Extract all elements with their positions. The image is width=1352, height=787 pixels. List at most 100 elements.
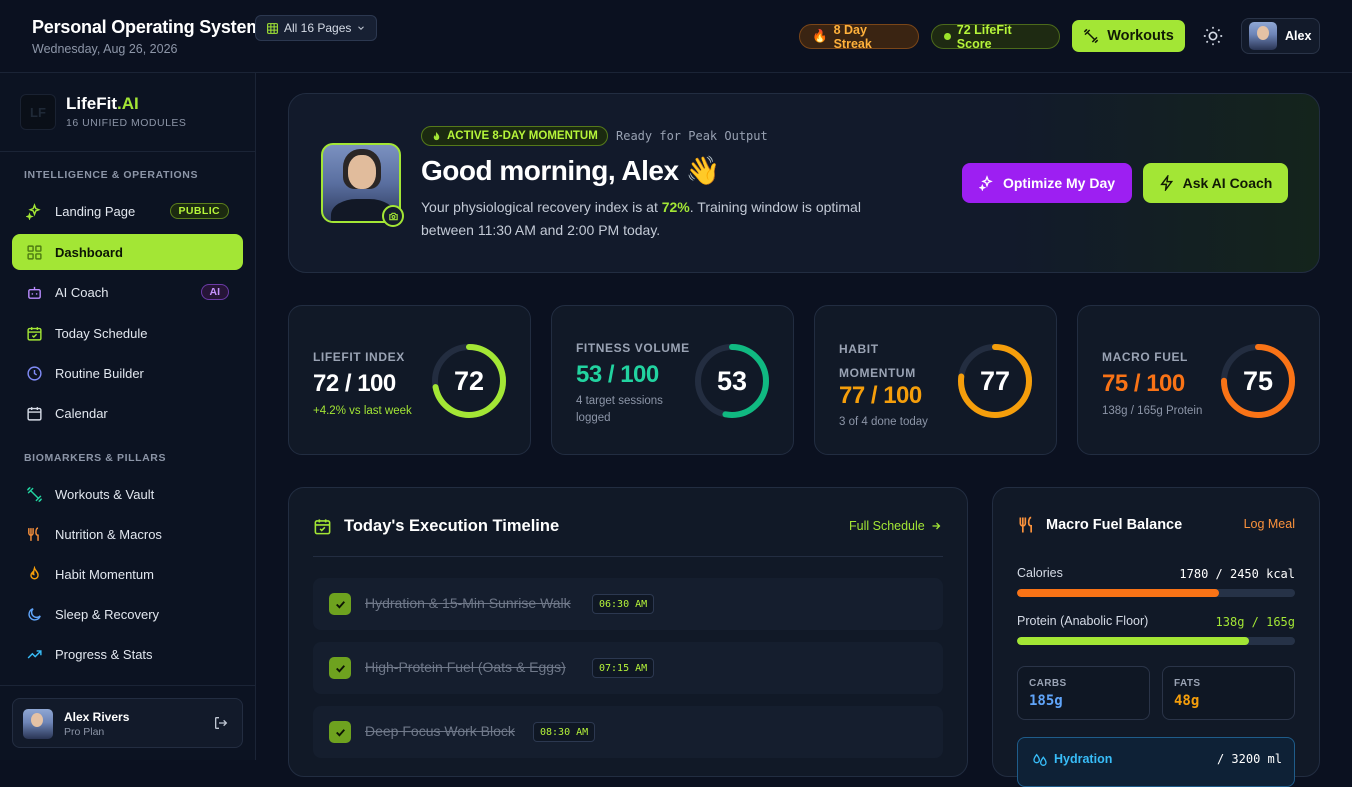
grid-icon xyxy=(267,22,278,34)
full-schedule-label: Full Schedule xyxy=(849,519,925,533)
sidebar-item-ai-coach[interactable]: AI Coach AI xyxy=(12,274,243,310)
section-label-intelligence: INTELLIGENCE & OPERATIONS xyxy=(24,169,199,181)
divider xyxy=(0,151,255,152)
sidebar-item-label: Sleep & Recovery xyxy=(55,606,160,622)
hydration-tile[interactable]: Hydration / 3200 ml xyxy=(1017,737,1295,787)
stat-card-fitness[interactable]: FITNESS VOLUME 53 / 100 4 target session… xyxy=(551,305,794,455)
stat-sub: 4 target sessions logged xyxy=(576,395,663,424)
profile-card[interactable]: Alex Rivers Pro Plan xyxy=(12,698,243,748)
score-badge[interactable]: 72 LifeFit Score xyxy=(931,23,1060,51)
trending-up-icon xyxy=(27,649,42,659)
task-text: High-Protein Fuel (Oats & Eggs) xyxy=(365,659,566,675)
sidebar-item-progress-stats[interactable]: Progress & Stats xyxy=(12,636,243,672)
sidebar-item-label: Workouts & Vault xyxy=(55,486,155,502)
brand-logo: LF xyxy=(20,94,56,130)
stat-card-lifefit[interactable]: LIFEFIT INDEX 72 / 100 +4.2% vs last wee… xyxy=(288,305,531,455)
list-item[interactable]: Deep Focus Work Block 08:30 AM xyxy=(313,706,943,758)
streak-badge[interactable]: 🔥 8 Day Streak xyxy=(799,22,919,51)
workouts-button[interactable]: Workouts xyxy=(1072,20,1185,52)
calendar-check-icon xyxy=(27,326,42,341)
brand-subtitle: 16 UNIFIED MODULES xyxy=(66,117,187,129)
list-item[interactable]: High-Protein Fuel (Oats & Eggs) 07:15 AM xyxy=(313,642,943,694)
sidebar-item-sleep-recovery[interactable]: Sleep & Recovery xyxy=(12,596,243,632)
profile-name: Alex Rivers xyxy=(64,710,130,724)
arrow-right-icon xyxy=(932,522,941,530)
log-meal-link[interactable]: Log Meal xyxy=(1244,517,1295,531)
progress-ring: 75 xyxy=(1219,342,1297,420)
macro-card: Macro Fuel Balance Log Meal Calories 178… xyxy=(992,487,1320,787)
section-label-biomarkers: BIOMARKERS & PILLARS xyxy=(24,452,167,464)
all-pages-label: All 16 Pages xyxy=(284,21,352,35)
checkbox-checked[interactable] xyxy=(329,657,351,679)
fats-label: FATS xyxy=(1174,678,1201,689)
camera-icon[interactable] xyxy=(382,205,404,227)
sidebar-item-routine-builder[interactable]: Routine Builder xyxy=(12,355,243,391)
stat-label: FITNESS VOLUME xyxy=(576,341,690,355)
stat-value: 72 / 100 xyxy=(313,370,396,397)
divider xyxy=(0,685,255,686)
sidebar-item-nutrition[interactable]: Nutrition & Macros xyxy=(12,516,243,552)
stat-card-macro[interactable]: MACRO FUEL 75 / 100 138g / 165g Protein … xyxy=(1077,305,1320,455)
protein-label: Protein (Anabolic Floor) xyxy=(1017,614,1149,628)
dumbbell-icon xyxy=(1084,28,1099,44)
calories-bar-fill xyxy=(1017,589,1220,597)
task-text: Deep Focus Work Block xyxy=(365,723,515,739)
macro-title: Macro Fuel Balance xyxy=(1046,517,1183,533)
task-time: 07:15 AM xyxy=(592,658,655,678)
all-pages-button[interactable]: All 16 Pages xyxy=(255,15,378,41)
list-item[interactable]: Hydration & 15-Min Sunrise Walk 06:30 AM xyxy=(313,578,943,630)
sidebar: LF LifeFit.AI 16 UNIFIED MODULES INTELLI… xyxy=(0,73,256,760)
dumbbell-icon xyxy=(26,486,43,502)
task-time: 08:30 AM xyxy=(533,722,596,742)
user-name: Alex xyxy=(1285,29,1312,43)
chevron-down-icon xyxy=(358,26,365,30)
stat-sub: 138g / 165g Protein xyxy=(1102,405,1203,417)
stat-sub: +4.2% vs last week xyxy=(313,405,412,417)
stat-label: LIFEFIT INDEX xyxy=(313,350,405,364)
sidebar-item-today-schedule[interactable]: Today Schedule xyxy=(12,315,243,351)
sidebar-item-label: Landing Page xyxy=(55,203,136,219)
app-title: Personal Operating System xyxy=(32,17,263,37)
checkbox-checked[interactable] xyxy=(329,721,351,743)
sidebar-item-landing-page[interactable]: Landing Page PUBLIC xyxy=(12,193,243,229)
progress-ring: 72 xyxy=(430,342,508,420)
profile-plan: Pro Plan xyxy=(64,726,105,738)
optimize-day-button[interactable]: Optimize My Day xyxy=(962,163,1132,203)
streak-label: 8 Day Streak xyxy=(833,22,872,51)
check-icon xyxy=(335,600,345,609)
stat-value: 75 / 100 xyxy=(1102,370,1185,397)
fats-tile: FATS 48g xyxy=(1162,666,1295,720)
carbs-value: 185g xyxy=(1029,693,1063,709)
greeting-title: Good morning, Alex 👋 xyxy=(421,155,721,186)
optimize-label: Optimize My Day xyxy=(1002,175,1116,191)
hero-card: ACTIVE 8-DAY MOMENTUM Ready for Peak Out… xyxy=(288,93,1320,273)
check-icon xyxy=(335,728,345,737)
sparkles-icon xyxy=(978,175,993,191)
momentum-label: ACTIVE 8-DAY MOMENTUM xyxy=(447,130,598,142)
timeline-title: Today's Execution Timeline xyxy=(344,517,560,535)
task-time: 06:30 AM xyxy=(592,594,655,614)
sidebar-item-workouts[interactable]: Workouts & Vault xyxy=(12,476,243,512)
stat-label: HABIT MOMENTUM xyxy=(839,342,916,380)
fats-value: 48g xyxy=(1174,693,1200,709)
carbs-tile: CARBS 185g xyxy=(1017,666,1150,720)
checkbox-checked[interactable] xyxy=(329,593,351,615)
moon-icon xyxy=(28,607,41,621)
logout-icon[interactable] xyxy=(213,715,229,731)
sidebar-item-calendar[interactable]: Calendar xyxy=(12,395,243,431)
protein-value: 138g / 165g xyxy=(1215,615,1295,629)
progress-ring: 53 xyxy=(693,342,771,420)
sidebar-item-label: Calendar xyxy=(55,405,108,421)
ask-ai-coach-button[interactable]: Ask AI Coach xyxy=(1143,163,1288,203)
stat-card-habit[interactable]: HABIT MOMENTUM 77 / 100 3 of 4 done toda… xyxy=(814,305,1057,455)
user-menu[interactable]: Alex xyxy=(1241,18,1320,54)
sidebar-item-label: Nutrition & Macros xyxy=(55,526,162,542)
hydration-value: / 3200 ml xyxy=(1216,752,1282,766)
flame-icon: 🔥 xyxy=(812,29,828,43)
sidebar-item-dashboard[interactable]: Dashboard xyxy=(12,234,243,270)
full-schedule-link[interactable]: Full Schedule xyxy=(849,519,942,533)
theme-toggle-sun-icon[interactable] xyxy=(1202,25,1224,47)
sidebar-item-habit-momentum[interactable]: Habit Momentum xyxy=(12,556,243,592)
stat-value: 77 / 100 xyxy=(839,382,922,409)
sparkles-icon xyxy=(26,202,41,220)
